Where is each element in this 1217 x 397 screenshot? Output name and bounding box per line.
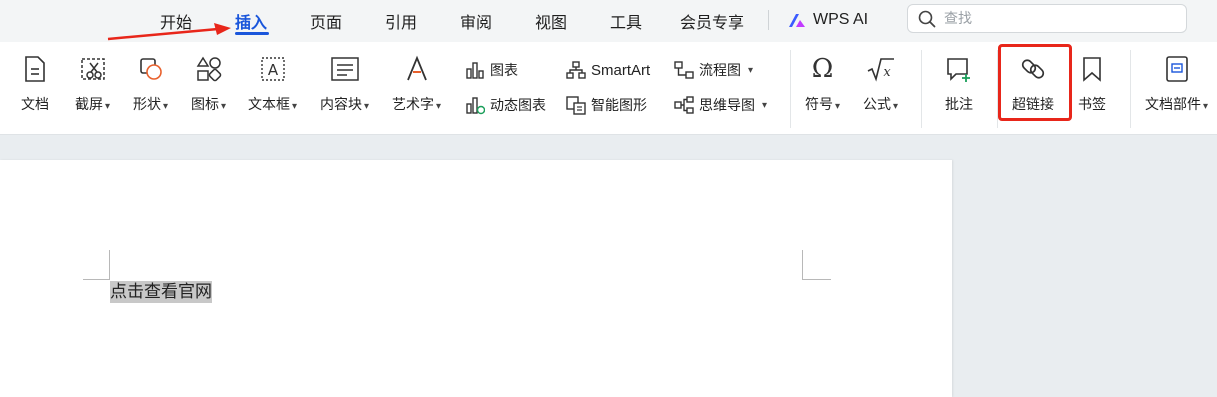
- tab-review[interactable]: 审阅: [460, 9, 492, 33]
- smartart-icon: [566, 60, 586, 80]
- menu-divider: [768, 10, 769, 30]
- wps-ai-label: WPS AI: [813, 11, 869, 28]
- mindmap-button[interactable]: 思维导图 ▾: [674, 95, 767, 115]
- chevron-down-icon: ▾: [221, 101, 227, 112]
- ribbon-divider: [921, 50, 922, 128]
- formula-button[interactable]: x 公式 ▾: [863, 54, 898, 114]
- shapes-button[interactable]: 形状 ▾: [133, 54, 168, 114]
- comment-button[interactable]: 批注: [944, 54, 974, 114]
- hyperlink-button[interactable]: 超链接: [1012, 54, 1054, 114]
- hyperlink-label: 超链接: [1012, 97, 1054, 113]
- omega-icon: Ω: [811, 54, 834, 84]
- smartart-label: SmartArt: [591, 61, 651, 79]
- chevron-down-icon: ▾: [163, 101, 169, 112]
- doc-parts-button[interactable]: 文档部件 ▾: [1145, 54, 1208, 114]
- chevron-down-icon: ▾: [835, 101, 841, 112]
- dynamic-chart-icon: [465, 95, 485, 115]
- scissors-icon: [78, 54, 108, 84]
- chart-button[interactable]: 图表: [465, 60, 518, 80]
- comment-label: 批注: [945, 97, 973, 113]
- document-text[interactable]: 点击查看官网: [110, 281, 212, 303]
- bar-chart-icon: [465, 60, 485, 80]
- formula-label: 公式: [863, 97, 891, 113]
- doc-parts-label: 文档部件: [1145, 97, 1201, 113]
- chevron-down-icon: ▾: [436, 101, 442, 112]
- search-input[interactable]: [942, 9, 1176, 28]
- bookmark-icon: [1077, 54, 1107, 84]
- annotation-arrow-icon: [107, 23, 231, 41]
- chevron-down-icon: ▾: [292, 101, 298, 112]
- content-block-icon: [330, 54, 360, 84]
- flowchart-button[interactable]: 流程图 ▾: [674, 60, 753, 80]
- active-tab-indicator: [235, 32, 269, 35]
- bookmark-button[interactable]: 书签: [1077, 54, 1107, 114]
- screenshot-button[interactable]: 截屏 ▾: [75, 54, 110, 114]
- mindmap-label: 思维导图: [699, 98, 755, 114]
- symbol-label: 符号: [805, 97, 833, 113]
- chevron-down-icon: ▾: [762, 99, 768, 111]
- bookmark-label: 书签: [1078, 97, 1106, 113]
- chevron-down-icon: ▾: [748, 64, 754, 76]
- smart-graphic-button[interactable]: 智能图形: [566, 95, 647, 115]
- search-box[interactable]: [907, 4, 1187, 33]
- svg-text:A: A: [267, 61, 278, 79]
- chart-label: 图表: [490, 63, 518, 79]
- chevron-down-icon: ▾: [105, 101, 111, 112]
- link-icon: [1018, 54, 1048, 84]
- flowchart-icon: [674, 60, 694, 80]
- icons-label: 图标: [191, 97, 219, 113]
- document-page[interactable]: 点击查看官网: [0, 160, 952, 397]
- content-block-label: 内容块: [320, 97, 362, 113]
- search-icon: [918, 10, 936, 28]
- screenshot-label: 截屏: [75, 97, 103, 113]
- chevron-down-icon: ▾: [364, 101, 370, 112]
- chevron-down-icon: ▾: [893, 101, 899, 112]
- textbox-button[interactable]: A 文本框 ▾: [248, 54, 297, 114]
- wordart-button[interactable]: 艺术字 ▾: [392, 54, 441, 114]
- document-button[interactable]: 文档: [20, 54, 50, 114]
- tab-tools[interactable]: 工具: [610, 9, 642, 33]
- content-block-button[interactable]: 内容块 ▾: [320, 54, 369, 114]
- document-icon: [20, 54, 50, 84]
- dynamic-chart-button[interactable]: 动态图表: [465, 95, 546, 115]
- mindmap-icon: [674, 95, 694, 115]
- wps-ai-button[interactable]: WPS AI: [787, 8, 868, 32]
- icon-grid-icon: [194, 54, 224, 84]
- chevron-down-icon: ▾: [1203, 101, 1209, 112]
- smart-graphic-icon: [566, 95, 586, 115]
- tab-member[interactable]: 会员专享: [680, 9, 744, 33]
- icons-button[interactable]: 图标 ▾: [191, 54, 226, 114]
- doc-parts-icon: [1162, 54, 1192, 84]
- insert-ribbon: 文档 截屏 ▾ 形状 ▾ 图标 ▾ A 文本框 ▾ 内容块 ▾ 艺术字 ▾ 图表…: [0, 42, 1217, 135]
- dynamic-chart-label: 动态图表: [490, 98, 546, 114]
- ribbon-divider: [790, 50, 791, 128]
- document-label: 文档: [21, 97, 49, 113]
- tab-page[interactable]: 页面: [310, 9, 342, 33]
- wps-ai-logo-icon: [787, 12, 807, 28]
- flowchart-label: 流程图: [699, 63, 741, 79]
- wordart-label: 艺术字: [392, 97, 434, 113]
- shapes-label: 形状: [133, 97, 161, 113]
- tab-view[interactable]: 视图: [535, 9, 567, 33]
- shapes-icon: [136, 54, 166, 84]
- ribbon-divider: [1130, 50, 1131, 128]
- square-root-icon: x: [866, 54, 896, 84]
- ribbon-divider: [997, 50, 998, 128]
- comment-add-icon: [944, 54, 974, 84]
- svg-text:x: x: [883, 65, 891, 80]
- margin-corner-mark: [83, 250, 110, 280]
- smart-graphic-label: 智能图形: [591, 98, 647, 114]
- textbox-label: 文本框: [248, 97, 290, 113]
- tab-references[interactable]: 引用: [385, 9, 417, 33]
- smartart-button[interactable]: SmartArt: [566, 60, 650, 80]
- wordart-icon: [402, 54, 432, 84]
- margin-corner-mark: [802, 250, 831, 280]
- textbox-icon: A: [258, 54, 288, 84]
- symbol-button[interactable]: Ω 符号 ▾: [805, 54, 840, 114]
